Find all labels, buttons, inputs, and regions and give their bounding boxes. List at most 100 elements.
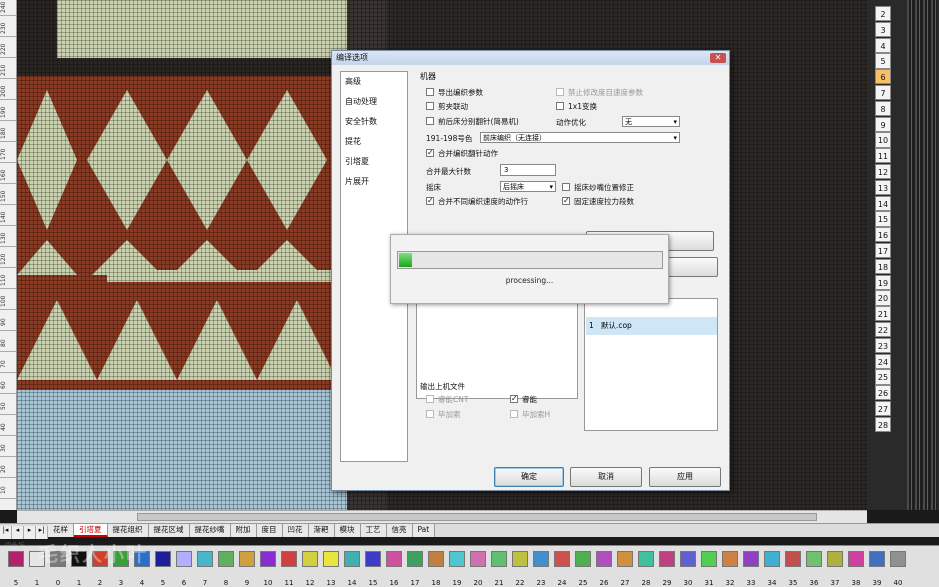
palette-swatch[interactable]: [890, 551, 906, 567]
palette-swatch[interactable]: [680, 551, 696, 567]
palette-swatch[interactable]: [302, 551, 318, 567]
sheet-tab[interactable]: Pat: [412, 524, 436, 537]
palette-swatch[interactable]: [8, 551, 24, 567]
prev-tab-button[interactable]: ◂: [12, 526, 24, 539]
palette-swatch[interactable]: [365, 551, 381, 567]
list-item[interactable]: 1 默认.cop: [586, 317, 717, 335]
sheet-tab[interactable]: 渐耙: [308, 524, 335, 537]
sheet-tab[interactable]: 引塔夏: [74, 524, 108, 537]
scroll-thumb[interactable]: [137, 513, 817, 521]
palette-swatch[interactable]: [533, 551, 549, 567]
palette-swatch[interactable]: [827, 551, 843, 567]
layer-number[interactable]: 11: [875, 148, 891, 164]
palette-swatch[interactable]: [470, 551, 486, 567]
1x1-checkbox[interactable]: [556, 102, 564, 110]
layer-number[interactable]: 5: [875, 53, 891, 69]
layer-number[interactable]: 17: [875, 242, 891, 259]
palette-swatch[interactable]: [155, 551, 171, 567]
sheet-tab[interactable]: 提花区域: [148, 524, 190, 537]
palette-swatch[interactable]: [764, 551, 780, 567]
layer-number[interactable]: 2: [875, 6, 891, 22]
ok-button[interactable]: 确定: [494, 467, 564, 487]
sheet-tab[interactable]: 模块: [334, 524, 361, 537]
merge-speed-checkbox[interactable]: [426, 196, 434, 205]
palette-swatch[interactable]: [197, 551, 213, 567]
config-list[interactable]: 1 默认.cop: [584, 298, 718, 431]
options-nav-item[interactable]: 自动处理: [341, 92, 407, 112]
layer-number[interactable]: 21: [875, 306, 891, 322]
layer-number[interactable]: 8: [875, 100, 891, 117]
rack-correction-checkbox[interactable]: [562, 183, 570, 191]
layer-number[interactable]: 22: [875, 321, 891, 338]
layer-number[interactable]: 4: [875, 37, 891, 53]
sheet-tab[interactable]: 提花纱嘴: [189, 524, 231, 537]
apply-button[interactable]: 应用: [649, 467, 721, 487]
layer-number[interactable]: 10: [875, 132, 891, 148]
palette-swatch[interactable]: [596, 551, 612, 567]
disable-modify-checkbox[interactable]: [556, 88, 564, 96]
palette-swatch[interactable]: [575, 551, 591, 567]
sheet-tab[interactable]: 附加: [230, 524, 257, 537]
cut-clamp-checkbox[interactable]: [426, 102, 434, 110]
out-ruineng-checkbox[interactable]: [510, 394, 518, 403]
merge-transfer-checkbox[interactable]: [426, 148, 434, 157]
palette-swatch[interactable]: [806, 551, 822, 567]
layer-number[interactable]: 27: [875, 400, 891, 417]
action-opt-select[interactable]: 无: [622, 116, 680, 127]
layer-number[interactable]: 9: [875, 116, 891, 132]
sheet-tab[interactable]: 凹花: [282, 524, 309, 537]
layer-number[interactable]: 12: [875, 163, 891, 180]
palette-swatch[interactable]: [407, 551, 423, 567]
palette-swatch[interactable]: [428, 551, 444, 567]
export-knit-params-checkbox[interactable]: [426, 88, 434, 96]
merge-max-input[interactable]: 3: [500, 164, 556, 176]
palette-swatch[interactable]: [239, 551, 255, 567]
palette-swatch[interactable]: [722, 551, 738, 567]
palette-swatch[interactable]: [869, 551, 885, 567]
palette-swatch[interactable]: [449, 551, 465, 567]
palette-swatch[interactable]: [386, 551, 402, 567]
options-nav-item[interactable]: 高级: [341, 72, 407, 92]
color-range-select[interactable]: 前床编织（无连接）: [480, 132, 680, 143]
out-jiajia-h-checkbox[interactable]: [510, 410, 518, 418]
layer-number[interactable]: 7: [875, 84, 891, 101]
layer-number[interactable]: 16: [875, 227, 891, 243]
palette-swatch[interactable]: [281, 551, 297, 567]
palette-swatch[interactable]: [491, 551, 507, 567]
palette-swatch[interactable]: [638, 551, 654, 567]
cancel-button[interactable]: 取消: [570, 467, 642, 487]
palette-swatch[interactable]: [701, 551, 717, 567]
rack-select[interactable]: 后摇床: [500, 181, 556, 192]
sheet-tab[interactable]: 工艺: [360, 524, 387, 537]
layer-number[interactable]: 18: [875, 258, 891, 275]
front-back-flip-checkbox[interactable]: [426, 117, 434, 125]
sheet-tab[interactable]: 信亮: [386, 524, 413, 537]
layer-number[interactable]: 14: [875, 195, 891, 211]
palette-swatch[interactable]: [554, 551, 570, 567]
layer-number[interactable]: 20: [875, 290, 891, 306]
palette-swatch[interactable]: [260, 551, 276, 567]
options-nav-item[interactable]: 引塔夏: [341, 152, 407, 172]
palette-swatch[interactable]: [176, 551, 192, 567]
sheet-tab[interactable]: 度目: [256, 524, 283, 537]
layer-number[interactable]: 3: [875, 21, 891, 38]
palette-swatch[interactable]: [743, 551, 759, 567]
palette-swatch[interactable]: [848, 551, 864, 567]
palette-swatch[interactable]: [218, 551, 234, 567]
palette-swatch[interactable]: [344, 551, 360, 567]
options-nav-item[interactable]: 提花: [341, 132, 407, 152]
close-icon[interactable]: ✕: [710, 53, 726, 63]
layer-number[interactable]: 6: [875, 69, 891, 85]
fixed-speed-checkbox[interactable]: [562, 196, 570, 205]
palette-swatch[interactable]: [323, 551, 339, 567]
options-nav-item[interactable]: 片展开: [341, 172, 407, 192]
layer-number[interactable]: 13: [875, 179, 891, 196]
palette-swatch[interactable]: [512, 551, 528, 567]
palette-swatch[interactable]: [785, 551, 801, 567]
layer-number[interactable]: 19: [875, 274, 891, 290]
horizontal-scrollbar[interactable]: [17, 510, 867, 523]
layer-number[interactable]: 26: [875, 385, 891, 401]
layer-number[interactable]: 15: [875, 211, 891, 227]
palette-swatch[interactable]: [617, 551, 633, 567]
sheet-tab[interactable]: 花样: [48, 524, 74, 537]
